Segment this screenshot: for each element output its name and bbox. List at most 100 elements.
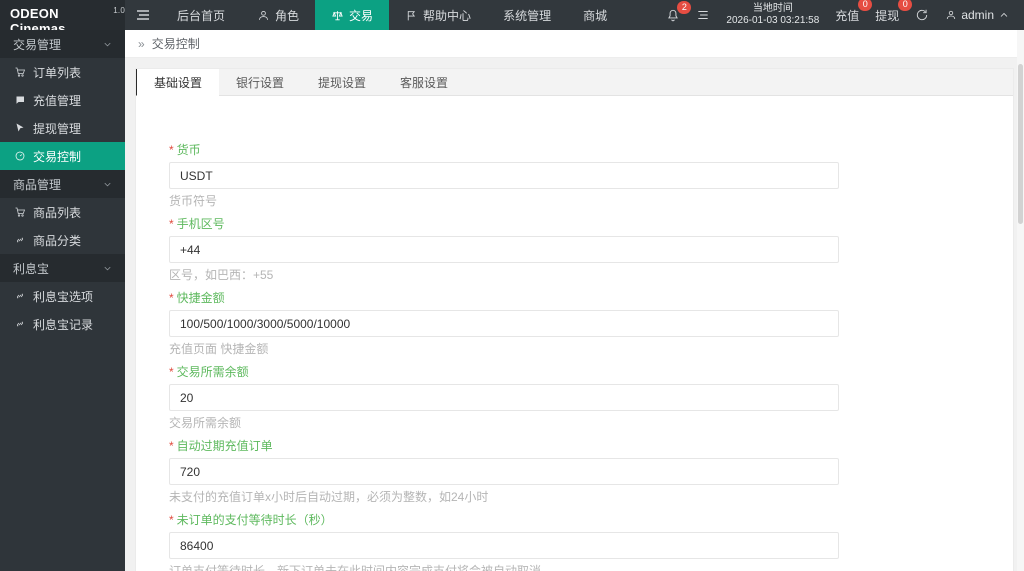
local-time-value: 2026-01-03 03:21:58: [726, 15, 820, 26]
username: admin: [961, 8, 994, 22]
nav-item-mall[interactable]: 商城: [567, 0, 623, 30]
sidebar-item-goods-category[interactable]: 商品分类: [0, 226, 125, 254]
nav-item-roles[interactable]: 角色: [241, 0, 315, 30]
field-label-text: 交易所需余额: [176, 365, 249, 379]
link-icon: [17, 293, 23, 299]
chevron-down-icon: [104, 182, 111, 186]
field-trade-balance: *交易所需余额 交易所需余额: [169, 365, 1013, 430]
field-help: 充值页面 快捷金额: [169, 342, 269, 356]
required-marker: *: [169, 439, 174, 453]
required-marker: *: [169, 365, 174, 379]
tab-withdraw-settings[interactable]: 提现设置: [301, 69, 383, 95]
field-phone-code: *手机区号 区号，如巴西：+55: [169, 217, 1013, 282]
comment-icon: [16, 96, 24, 104]
sidebar-item-recharge[interactable]: 充值管理: [0, 86, 125, 114]
sidebar-item-order-list[interactable]: 订单列表: [0, 58, 125, 86]
sidebar-item-trade-control[interactable]: 交易控制: [0, 142, 125, 170]
field-currency: *货币 货币符号: [169, 143, 1013, 208]
topbar-right: 2 当地时间 2026-01-03 03:21:58 充值 0 提现 0 adm…: [666, 0, 1024, 30]
required-marker: *: [169, 513, 174, 527]
recharge-badge: 0: [858, 0, 873, 11]
currency-input[interactable]: [169, 162, 839, 189]
withdraw-link[interactable]: 提现 0: [875, 0, 913, 24]
breadcrumb-separator: »: [138, 36, 145, 51]
sidebar-item-label: 商品分类: [33, 233, 82, 248]
recharge-link[interactable]: 充值 0: [835, 0, 873, 24]
sidebar-group-interest[interactable]: 利息宝: [0, 254, 125, 282]
field-label-text: 快捷金额: [176, 291, 225, 305]
field-help: 交易所需余额: [169, 416, 242, 430]
sidebar-item-label: 充值管理: [33, 93, 82, 108]
sidebar-group-label: 交易管理: [13, 37, 62, 52]
settings-card: 基础设置 银行设置 提现设置 客服设置 * 货币 USDT 货币符号 * 手机区…: [135, 68, 1014, 571]
scales-icon: [332, 10, 343, 20]
sidebar-item-label: 利息宝选项: [33, 289, 94, 304]
chevron-up-icon: [1000, 12, 1008, 17]
breadcrumb-label: 交易控制: [151, 37, 200, 51]
sidebar-item-label: 订单列表: [33, 65, 82, 80]
app-logo: ODEON Cinemas 1.0: [0, 0, 125, 36]
cart-icon: [15, 67, 26, 77]
sidebar-group-goods[interactable]: 商品管理: [0, 170, 125, 198]
app-version: 1.0: [113, 6, 125, 15]
nav-label: 系统管理: [503, 8, 552, 23]
field-label: * 自动过期充值订单: [169, 439, 1013, 453]
sidebar-item-withdraw[interactable]: 提现管理: [0, 114, 125, 142]
field-label-text: 自动过期充值订单: [176, 439, 273, 453]
user-menu[interactable]: admin: [945, 8, 1010, 22]
field-help: 未支付的充值订单x小时后自动过期，必须为整数，如24小时: [169, 490, 489, 504]
settings-form: *货币 货币符号 *手机区号 区号，如巴西：+55: [136, 96, 1013, 571]
user-icon: [947, 10, 956, 20]
cursor-icon: [16, 123, 24, 132]
field-label: * 货币: [169, 143, 1013, 157]
field-auto-expire: *自动过期充值订单 未支付的充值订单x小时后自动过期，必须为整数，如24小时: [169, 439, 1013, 504]
local-time: 当地时间 2026-01-03 03:21:58: [726, 3, 819, 28]
withdraw-badge: 0: [898, 0, 913, 11]
withdraw-label: 提现: [875, 8, 900, 23]
sidebar-item-goods-list[interactable]: 商品列表: [0, 198, 125, 226]
field-label: * 快捷金额: [169, 291, 1013, 305]
scrollbar-thumb[interactable]: [1018, 64, 1023, 224]
nav-item-help-center[interactable]: 帮助中心: [389, 0, 487, 30]
notification-bell-icon[interactable]: 2: [666, 1, 692, 22]
nav-item-system[interactable]: 系统管理: [487, 0, 567, 30]
breadcrumb: » 交易控制: [125, 30, 1024, 58]
top-nav: 后台首页 角色 交易 帮助中心 系统管理 商城: [161, 0, 623, 30]
quick-amount-input[interactable]: [169, 310, 839, 337]
scrollbar[interactable]: [1017, 30, 1024, 571]
auto-expire-input[interactable]: [169, 458, 839, 485]
sidebar-group-trade[interactable]: 交易管理: [0, 30, 125, 58]
sidebar-group-label: 商品管理: [13, 177, 62, 192]
refresh-icon[interactable]: [915, 8, 929, 22]
field-label-text: 货币: [176, 143, 201, 157]
sidebar-item-interest-options[interactable]: 利息宝选项: [0, 282, 125, 310]
tab-basic-settings[interactable]: 基础设置: [136, 69, 220, 96]
sidebar-item-label: 利息宝记录: [33, 317, 94, 332]
required-marker: *: [169, 143, 174, 157]
tab-service-settings[interactable]: 客服设置: [383, 69, 465, 95]
sidebar-group-label: 利息宝: [13, 261, 50, 276]
chevron-down-icon: [104, 42, 111, 46]
local-time-label: 当地时间: [752, 2, 793, 14]
trade-balance-input[interactable]: [169, 384, 839, 411]
tab-bank-settings[interactable]: 银行设置: [219, 69, 301, 95]
sidebar-toggle-icon[interactable]: [125, 0, 161, 30]
field-help: 货币符号: [169, 194, 218, 208]
chevron-down-icon: [104, 266, 111, 270]
nav-label: 角色: [275, 8, 300, 23]
field-label: * 手机区号: [169, 217, 1013, 231]
required-marker: *: [169, 217, 174, 231]
phone-code-input[interactable]: [169, 236, 839, 263]
sidebar-item-interest-records[interactable]: 利息宝记录: [0, 310, 125, 338]
pay-wait-input[interactable]: [169, 532, 839, 559]
cart-icon: [15, 207, 26, 217]
nav-item-dashboard[interactable]: 后台首页: [161, 0, 241, 30]
sidebar: 交易管理 订单列表 充值管理 提现管理 交易控制 商品管理 商品列表 商品分类 …: [0, 30, 125, 571]
tab-label: 提现设置: [318, 75, 367, 90]
link-icon: [17, 237, 23, 243]
field-label-text: 手机区号: [176, 217, 225, 231]
task-list-icon[interactable]: [696, 8, 710, 22]
person-icon: [259, 10, 269, 20]
nav-label: 后台首页: [177, 8, 226, 23]
nav-item-trade[interactable]: 交易: [315, 0, 390, 30]
